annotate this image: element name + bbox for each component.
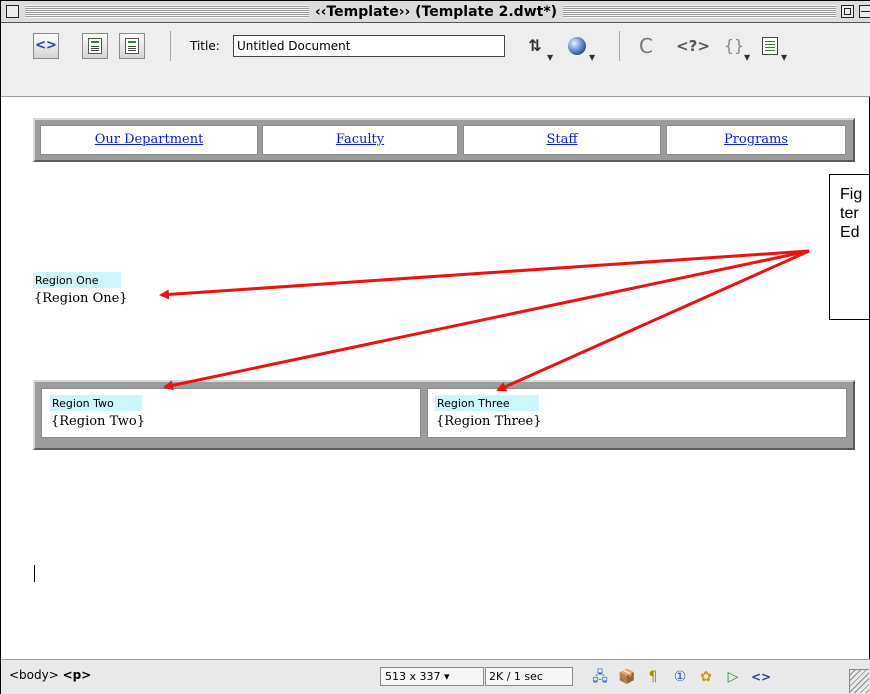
title-label: Title: (190, 39, 220, 53)
window-size-dropdown[interactable]: 513 x 337 ▾ (380, 667, 484, 686)
region-three-placeholder[interactable]: {Region Three} (436, 414, 541, 430)
zoom-box[interactable] (841, 5, 854, 18)
view-options-icon (762, 37, 778, 55)
design-view-icon (125, 38, 139, 54)
region-one-placeholder[interactable]: {Region One} (34, 291, 128, 307)
callout-line: Ed (840, 224, 860, 241)
design-canvas[interactable]: Our Department Faculty Staff Programs Re… (3, 98, 869, 659)
behaviors-icon[interactable]: ① (671, 669, 689, 685)
region-one-tag[interactable]: Region One (33, 272, 121, 288)
chevron-down-icon: ▼ (589, 53, 596, 62)
play-icon[interactable]: ▷ (724, 669, 742, 685)
chevron-down-icon: ▼ (547, 53, 554, 62)
toolbar-divider (619, 31, 620, 61)
chevron-down-icon: ▼ (781, 53, 788, 62)
status-bar: <body> <p> 513 x 337 ▾ 2K / 1 sec 🖧 📦 ¶ … (1, 659, 870, 694)
resize-grip[interactable] (849, 669, 869, 693)
region-three-tag[interactable]: Region Three (435, 395, 539, 411)
title-input[interactable]: Untitled Document (233, 35, 505, 57)
timelines-icon[interactable]: ✿ (697, 669, 715, 685)
arrow-to-region-one (159, 249, 810, 300)
toolbar-divider (170, 31, 171, 61)
code-inspector-icon[interactable]: <> (751, 669, 771, 685)
region-two-tag[interactable]: Region Two (50, 395, 142, 411)
chevron-down-icon: ▼ (744, 53, 751, 62)
braces-icon: {} (723, 36, 745, 55)
download-stats: 2K / 1 sec (485, 667, 573, 686)
reference-button[interactable]: <?> (673, 35, 713, 57)
reference-icon: <?> (676, 37, 710, 55)
tag-p[interactable]: <p> (63, 668, 92, 682)
design-view-button[interactable] (119, 33, 145, 59)
region-two-placeholder[interactable]: {Region Two} (51, 414, 145, 430)
nav-link-our-department[interactable]: Our Department (40, 125, 258, 155)
split-view-icon (88, 38, 102, 54)
code-brackets-icon: <> (35, 38, 57, 53)
nav-link-programs[interactable]: Programs (666, 125, 846, 155)
figure-callout-box: Fig ter Ed (829, 174, 869, 320)
nav-link-faculty[interactable]: Faculty (262, 125, 458, 155)
nav-table: Our Department Faculty Staff Programs (33, 118, 855, 162)
nav-link-staff[interactable]: Staff (463, 125, 661, 155)
globe-icon (568, 37, 586, 55)
refresh-button[interactable]: C (634, 35, 658, 57)
assets-icon[interactable]: 📦 (618, 669, 636, 685)
callout-line: ter (840, 205, 859, 222)
split-view-button[interactable] (82, 33, 108, 59)
transfer-arrows-icon: ⇅ (528, 36, 542, 55)
callout-line: Fig (840, 186, 863, 203)
site-icon[interactable]: 🖧 (591, 669, 609, 685)
window-title: ‹‹Template›› (Template 2.dwt*) (1, 1, 870, 23)
html-styles-icon[interactable]: ¶ (644, 669, 662, 685)
tag-body[interactable]: <body> (9, 668, 59, 682)
arrow-to-region-two (163, 249, 810, 391)
collapse-box[interactable] (859, 5, 870, 18)
document-toolbar: <> Title: Untitled Document ⇅ ▼ ▼ C <?> … (1, 23, 870, 97)
callout-arrows (159, 249, 810, 392)
arrow-to-region-three (496, 249, 810, 392)
refresh-icon: C (639, 34, 653, 58)
tag-selector[interactable]: <body> <p> (9, 668, 91, 682)
text-cursor (34, 565, 35, 582)
code-view-button[interactable]: <> (33, 33, 59, 59)
document-window: ‹‹Template›› (Template 2.dwt*) <> Title:… (0, 0, 870, 694)
title-bar[interactable]: ‹‹Template›› (Template 2.dwt*) (1, 1, 870, 23)
